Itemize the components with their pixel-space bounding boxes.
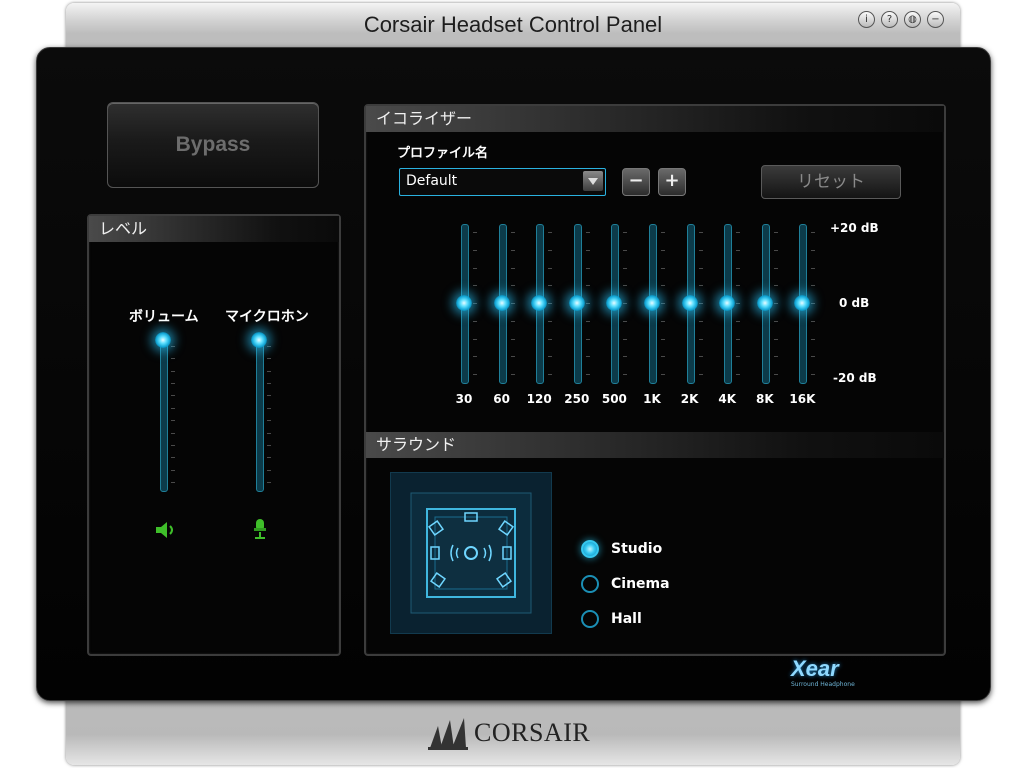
eq-slider-knob[interactable]: [456, 295, 472, 311]
eq-slider-knob[interactable]: [644, 295, 660, 311]
microphone-ticks: [267, 338, 273, 490]
microphone-icon[interactable]: [252, 518, 268, 542]
db-label-bottom: -20 dB: [833, 371, 877, 385]
radio-studio[interactable]: [581, 540, 599, 558]
reset-button[interactable]: リセット: [761, 165, 901, 199]
info-icon[interactable]: i: [858, 11, 875, 28]
eq-slider-knob[interactable]: [794, 295, 811, 311]
surround-heading: サラウンド: [366, 432, 944, 458]
radio-cinema[interactable]: [581, 575, 599, 593]
radio-studio-label[interactable]: Studio: [611, 541, 662, 557]
eq-slider-ticks: [698, 224, 705, 382]
eq-freq-label: 8K: [755, 392, 774, 406]
db-label-mid: 0 dB: [839, 296, 870, 310]
eq-freq-label: 500: [601, 392, 627, 406]
add-profile-button[interactable]: +: [658, 168, 686, 196]
eq-freq-label: 1K: [643, 392, 661, 406]
xear-logo: Xear: [791, 656, 839, 681]
radio-hall-label[interactable]: Hall: [611, 611, 642, 627]
surround-room-icon: [410, 492, 532, 614]
chevron-down-icon[interactable]: [583, 171, 603, 191]
volume-label: ボリューム: [129, 309, 199, 325]
profile-select[interactable]: Default: [399, 168, 606, 196]
radio-cinema-label[interactable]: Cinema: [611, 576, 670, 592]
title-buttons: i ? ◍ −: [858, 11, 944, 28]
equalizer-panel: イコライザー プロファイル名 Default − + リセット 30 60 120 2…: [364, 104, 946, 656]
equalizer-heading: イコライザー: [366, 106, 944, 132]
eq-freq-label: 30: [455, 392, 473, 406]
volume-slider-knob[interactable]: [155, 332, 171, 348]
eq-freq-label: 250: [564, 392, 590, 406]
eq-slider-ticks: [473, 224, 479, 382]
level-panel: レベル ボリューム マイクロホン: [87, 214, 341, 656]
language-icon[interactable]: ◍: [904, 11, 921, 28]
corsair-sails-icon: [428, 718, 468, 750]
eq-slider-knob[interactable]: [493, 295, 510, 311]
title-bar: Corsair Headset Control Panel i ? ◍ −: [66, 3, 960, 49]
eq-slider-ticks: [661, 224, 667, 382]
eq-slider-ticks: [548, 224, 554, 382]
eq-slider-knob[interactable]: [568, 295, 585, 311]
bypass-button[interactable]: Bypass: [107, 102, 319, 188]
eq-freq-label: 16K: [789, 392, 816, 406]
window-title: Corsair Headset Control Panel: [363, 12, 663, 37]
microphone-slider-knob[interactable]: [251, 332, 267, 348]
eq-slider-ticks: [585, 224, 592, 382]
eq-slider-ticks: [736, 224, 742, 382]
microphone-slider-track[interactable]: [256, 338, 264, 492]
volume-slider-track[interactable]: [160, 338, 168, 492]
microphone-label: マイクロホン: [225, 309, 309, 325]
help-icon[interactable]: ?: [881, 11, 898, 28]
eq-slider-ticks: [623, 224, 629, 382]
eq-slider-knob[interactable]: [531, 295, 548, 311]
eq-slider-knob[interactable]: [719, 295, 736, 311]
volume-ticks: [171, 338, 177, 490]
main-panel: Bypass レベル ボリューム マイクロホン イコライザー プロファイル名 D…: [36, 47, 991, 701]
eq-slider-ticks: [811, 224, 817, 382]
eq-slider-knob[interactable]: [756, 295, 773, 311]
brand-name: CORSAIR: [474, 718, 591, 747]
corsair-brand: CORSAIR: [428, 716, 590, 750]
radio-hall[interactable]: [581, 610, 599, 628]
profile-value: Default: [406, 173, 458, 189]
eq-slider-ticks: [773, 224, 780, 382]
surround-visual: [390, 472, 552, 634]
eq-freq-label: 120: [526, 392, 552, 406]
eq-freq-label: 2K: [680, 392, 699, 406]
profile-label: プロファイル名: [397, 146, 489, 161]
eq-slider-ticks: [510, 224, 517, 382]
level-heading: レベル: [89, 216, 339, 242]
eq-freq-label: 4K: [718, 392, 737, 406]
eq-freq-label: 60: [493, 392, 510, 406]
minimize-icon[interactable]: −: [927, 11, 944, 28]
eq-slider-knob[interactable]: [606, 295, 623, 311]
speaker-icon[interactable]: [155, 521, 177, 539]
db-label-top: +20 dB: [830, 221, 879, 235]
xear-subtitle: Surround Headphone: [791, 681, 855, 688]
remove-profile-button[interactable]: −: [622, 168, 650, 196]
eq-slider-knob[interactable]: [681, 295, 698, 311]
